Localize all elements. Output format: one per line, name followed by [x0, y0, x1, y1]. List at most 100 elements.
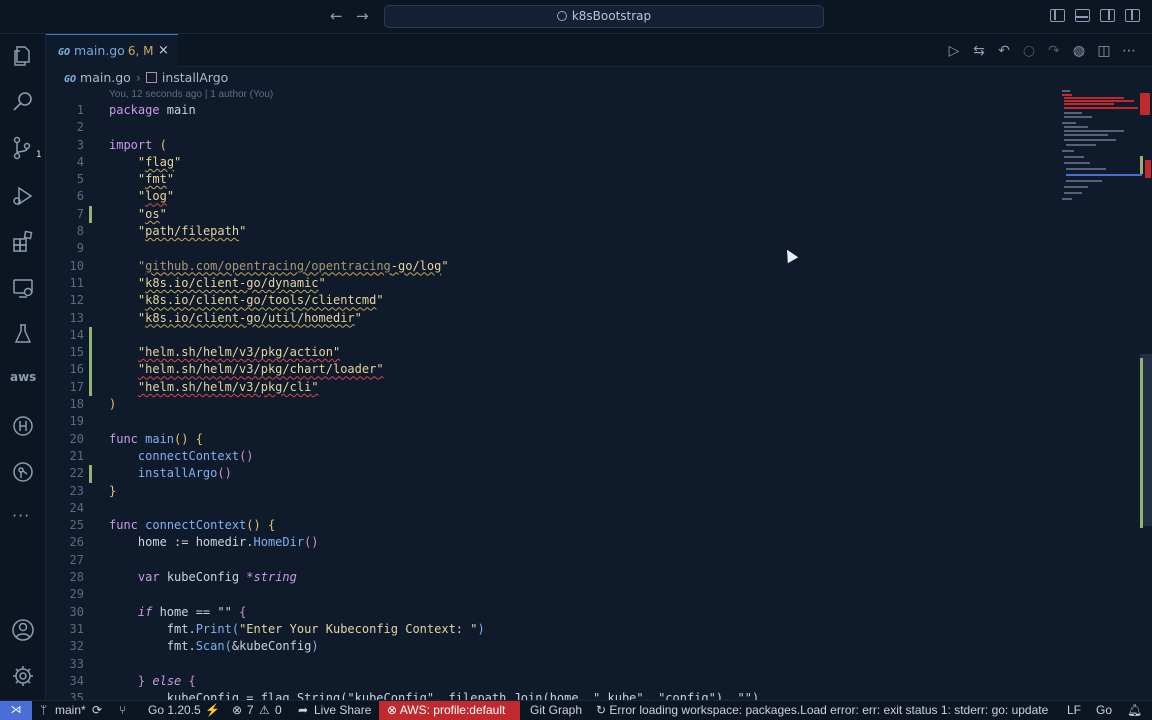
- language-mode[interactable]: Go: [1096, 701, 1112, 720]
- line-number: 27: [69, 552, 84, 567]
- customize-layout-icon[interactable]: [1125, 9, 1140, 22]
- gutter-modified: [89, 465, 92, 483]
- search-icon: [556, 11, 567, 21]
- code-line: 10 "github.com/opentracing/opentracing-g…: [46, 258, 1058, 275]
- code-line: 12 "k8s.io/client-go/tools/clientcmd": [46, 292, 1058, 309]
- code-line: 15 "helm.sh/helm/v3/pkg/action": [46, 344, 1058, 362]
- code-lines: 1 package main 2 3 import ( 4 "flag" 5 "fm…: [46, 102, 1058, 700]
- end-of-line[interactable]: LF: [1067, 701, 1081, 720]
- sync-icon[interactable]: ⟳: [92, 701, 102, 720]
- code-line: 5 "fmt": [46, 171, 1058, 188]
- line-number: 29: [69, 587, 84, 602]
- toggle-panel-icon[interactable]: [1075, 9, 1090, 22]
- toggle-primary-sidebar-icon[interactable]: [1050, 9, 1065, 22]
- gitlens-inspect-icon[interactable]: ◍: [1071, 43, 1087, 59]
- accounts-icon[interactable]: [11, 618, 35, 642]
- line-number: 20: [69, 431, 84, 446]
- breadcrumb: GO main.go › installArgo: [46, 67, 1152, 88]
- aws-profile[interactable]: ⊗ AWS: profile:default: [379, 701, 520, 720]
- minimap[interactable]: [1060, 88, 1142, 208]
- previous-change-icon[interactable]: ↶: [996, 43, 1012, 59]
- aws-toolkit-icon[interactable]: aws: [10, 370, 36, 394]
- extensions-icon[interactable]: [11, 230, 35, 254]
- tab-status: 6, M: [127, 44, 154, 58]
- go-version[interactable]: Go 1.20.5: [148, 701, 201, 720]
- more-views-icon[interactable]: ···: [12, 506, 36, 530]
- code-line: 35 kubeConfig = flag.String("kubeConfig"…: [46, 690, 1058, 700]
- git-branch[interactable]: main*: [55, 701, 86, 720]
- error-count[interactable]: 7: [247, 701, 254, 720]
- go-status-icon: ⚡: [205, 703, 220, 717]
- workspace-error[interactable]: ↻ Error loading workspace: packages.Load…: [596, 701, 1048, 720]
- code-editor[interactable]: You, 12 seconds ago | 1 author (You) 1 pa…: [46, 88, 1058, 700]
- command-center-search[interactable]: k8sBootstrap: [384, 5, 824, 28]
- line-number: 1: [76, 103, 84, 117]
- line-number: 24: [69, 500, 84, 515]
- code-line: 26 home := homedir.HomeDir(): [46, 534, 1058, 551]
- open-changes-icon[interactable]: ⇆: [971, 43, 987, 59]
- line-number: 8: [76, 224, 84, 239]
- testing-icon[interactable]: [11, 322, 35, 346]
- code-line: 16 "helm.sh/helm/v3/pkg/chart/loader": [46, 361, 1058, 379]
- line-number: 13: [69, 310, 84, 325]
- code-line: 13 "k8s.io/client-go/util/homedir": [46, 310, 1058, 327]
- warning-count[interactable]: 0: [275, 701, 282, 720]
- code-line: 3 import (: [46, 137, 1058, 154]
- code-line: 21 connectContext(): [46, 448, 1058, 465]
- breadcrumb-symbol[interactable]: installArgo: [162, 70, 228, 85]
- scm-badge: 1: [36, 150, 42, 160]
- search-icon[interactable]: [11, 90, 35, 114]
- code-line: 8 "path/filepath": [46, 223, 1058, 240]
- line-number: 6: [76, 189, 84, 204]
- next-change-icon[interactable]: ↷: [1046, 43, 1062, 59]
- split-editor-icon[interactable]: ◫: [1096, 43, 1112, 59]
- line-number: 2: [76, 120, 84, 135]
- explorer-icon[interactable]: [11, 44, 35, 68]
- vertical-scrollbar[interactable]: [1140, 88, 1152, 700]
- status-bar: ⋊ ᛘ main* ⟳ ⑂ Go 1.20.5 ⚡ ⊗ 7 ⚠ 0 ➦ Live…: [0, 700, 1152, 720]
- run-debug-icon[interactable]: [11, 184, 35, 208]
- toggle-blame-icon[interactable]: ○: [1021, 43, 1037, 59]
- line-number: 15: [69, 345, 84, 360]
- gutter-modified: [89, 205, 92, 224]
- line-number: 3: [76, 137, 84, 152]
- remote-indicator[interactable]: ⋊: [0, 701, 32, 720]
- forward-arrow-icon[interactable]: →: [356, 7, 369, 25]
- code-line: 19: [46, 413, 1058, 430]
- activity-bar: 1 aws ···: [0, 34, 46, 700]
- function-symbol-icon: [145, 72, 157, 83]
- line-number: 19: [69, 414, 84, 429]
- line-number: 5: [76, 172, 84, 187]
- more-actions-icon[interactable]: ⋯: [1121, 43, 1137, 59]
- go-file-icon: GO: [58, 47, 71, 58]
- gitlens-icon[interactable]: [11, 460, 35, 484]
- gutter-modified: [89, 378, 92, 397]
- live-share-button[interactable]: Live Share: [314, 701, 371, 720]
- source-control-icon[interactable]: 1: [11, 136, 42, 160]
- line-number: 18: [69, 397, 84, 412]
- toggle-secondary-sidebar-icon[interactable]: [1100, 9, 1115, 22]
- helm-icon[interactable]: [11, 414, 35, 438]
- line-number: 33: [69, 656, 84, 671]
- gutter-modified: [89, 326, 92, 345]
- breadcrumb-separator: ›: [135, 70, 141, 85]
- close-icon[interactable]: ×: [158, 35, 169, 66]
- line-number: 16: [69, 362, 84, 377]
- editor-tab-bar: GO main.go 6, M × ▷ ⇆ ↶ ○ ↷ ◍ ◫ ⋯: [46, 34, 1152, 67]
- manage-gear-icon[interactable]: [11, 664, 35, 688]
- notifications-icon[interactable]: 🔔︎: [1127, 701, 1142, 720]
- code-line: 14: [46, 326, 1058, 345]
- remote-explorer-icon[interactable]: [11, 276, 35, 300]
- gutter-modified: [89, 361, 92, 379]
- breadcrumb-file[interactable]: main.go: [80, 70, 131, 85]
- run-icon[interactable]: ▷: [946, 43, 962, 59]
- back-arrow-icon[interactable]: ←: [330, 7, 343, 25]
- line-number: 12: [69, 293, 84, 308]
- tab-main-go[interactable]: GO main.go 6, M ×: [46, 34, 178, 67]
- code-line: 2: [46, 119, 1058, 136]
- live-share-icon: ➦: [298, 703, 309, 717]
- source-graph-icon[interactable]: ⑂: [119, 701, 126, 720]
- workspace-name: k8sBootstrap: [571, 9, 652, 23]
- code-line: 6 "log": [46, 188, 1058, 205]
- git-graph-button[interactable]: Git Graph: [530, 701, 582, 720]
